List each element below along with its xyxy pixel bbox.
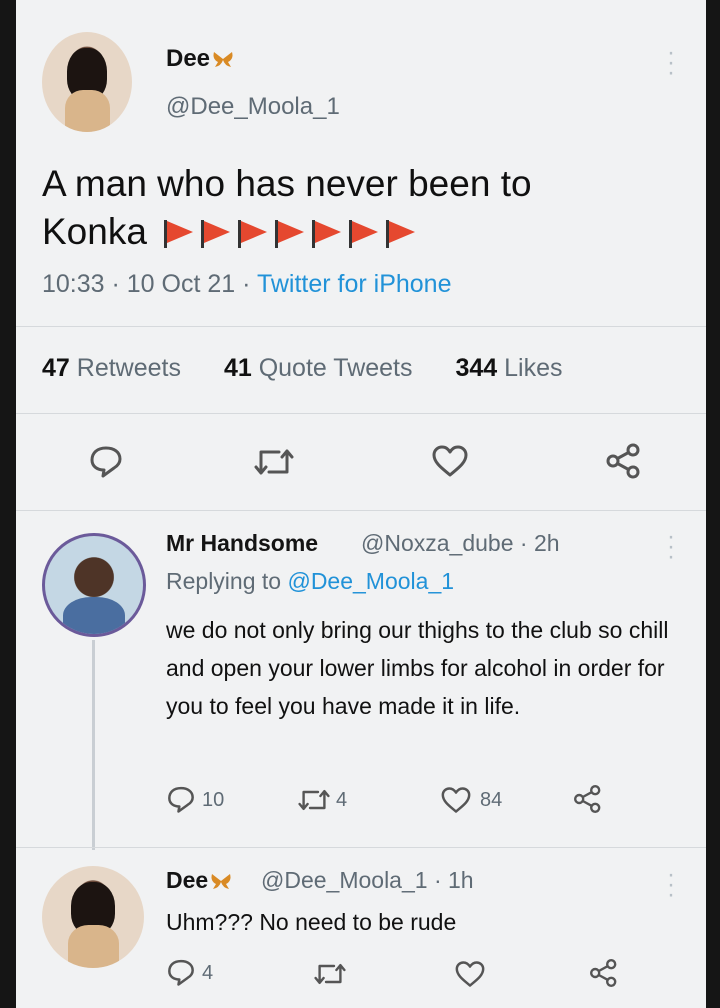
share-icon[interactable] bbox=[572, 784, 604, 814]
more-icon[interactable]: · · · bbox=[664, 41, 678, 85]
divider bbox=[16, 413, 706, 414]
avatar[interactable] bbox=[42, 866, 144, 968]
more-icon[interactable]: · · · bbox=[664, 525, 678, 569]
likes-stat[interactable]: 344 Likes bbox=[455, 354, 580, 382]
retweet-icon[interactable] bbox=[298, 786, 330, 814]
flag-icon bbox=[201, 220, 231, 248]
like-icon[interactable] bbox=[431, 444, 469, 478]
thread-line bbox=[92, 640, 95, 850]
twitter-screenshot: Dee @Dee_Moola_1 · · · A man who has never… bbox=[16, 0, 706, 1008]
reply-icon[interactable] bbox=[88, 443, 124, 479]
reply-handle-time[interactable]: @Noxza_dube · 2h bbox=[361, 530, 560, 557]
flag-icon bbox=[275, 220, 305, 248]
divider bbox=[16, 326, 706, 327]
reply-text: Uhm??? No need to be rude bbox=[166, 909, 457, 935]
handle[interactable]: @Dee_Moola_1 bbox=[166, 93, 340, 121]
more-icon[interactable]: · · · bbox=[664, 863, 678, 907]
reply-icon[interactable] bbox=[166, 784, 196, 814]
share-icon[interactable] bbox=[604, 443, 644, 479]
mention-link[interactable]: @Dee_Moola_1 bbox=[287, 568, 454, 594]
flag-icon bbox=[312, 220, 342, 248]
flag-icon bbox=[386, 220, 416, 248]
like-icon[interactable] bbox=[440, 786, 472, 814]
red-flags bbox=[157, 211, 416, 252]
reply-count: 10 bbox=[202, 789, 225, 811]
reply-icon[interactable] bbox=[166, 957, 196, 987]
like-icon[interactable] bbox=[454, 960, 486, 988]
flag-icon bbox=[349, 220, 379, 248]
avatar[interactable] bbox=[42, 533, 146, 637]
quotes-stat[interactable]: 41 Quote Tweets bbox=[224, 354, 431, 382]
retweet-icon[interactable] bbox=[314, 960, 346, 988]
tweet-stats: 47 Retweets 41 Quote Tweets 344 Likes bbox=[42, 354, 599, 383]
source-link[interactable]: Twitter for iPhone bbox=[257, 270, 452, 298]
flag-icon bbox=[164, 220, 194, 248]
reply-text: we do not only bring our thighs to the c… bbox=[166, 617, 669, 719]
butterfly-icon bbox=[211, 874, 231, 889]
tweet-text: A man who has never been to Konka bbox=[42, 163, 532, 252]
reply-author[interactable]: Dee bbox=[166, 867, 232, 894]
reply-count: 4 bbox=[202, 962, 214, 984]
replying-to: Replying to @Dee_Moola_1 bbox=[166, 568, 455, 594]
reply-author[interactable]: Mr Handsome bbox=[166, 530, 318, 557]
reply-handle-time[interactable]: @Dee_Moola_1 · 1h bbox=[261, 867, 474, 894]
flag-icon bbox=[238, 220, 268, 248]
retweets-stat[interactable]: 47 Retweets bbox=[42, 354, 199, 382]
like-count: 84 bbox=[480, 789, 503, 811]
share-icon[interactable] bbox=[588, 958, 620, 988]
display-name[interactable]: Dee bbox=[166, 45, 234, 73]
divider bbox=[16, 847, 706, 848]
retweet-icon[interactable] bbox=[254, 445, 294, 479]
timestamp: 10:33 · 10 Oct 21 · bbox=[42, 270, 257, 298]
tweet-meta: 10:33 · 10 Oct 21 · Twitter for iPhone bbox=[42, 270, 451, 299]
retweet-count: 4 bbox=[336, 789, 348, 811]
butterfly-icon bbox=[213, 52, 233, 67]
avatar[interactable] bbox=[42, 32, 132, 132]
divider bbox=[16, 510, 706, 511]
